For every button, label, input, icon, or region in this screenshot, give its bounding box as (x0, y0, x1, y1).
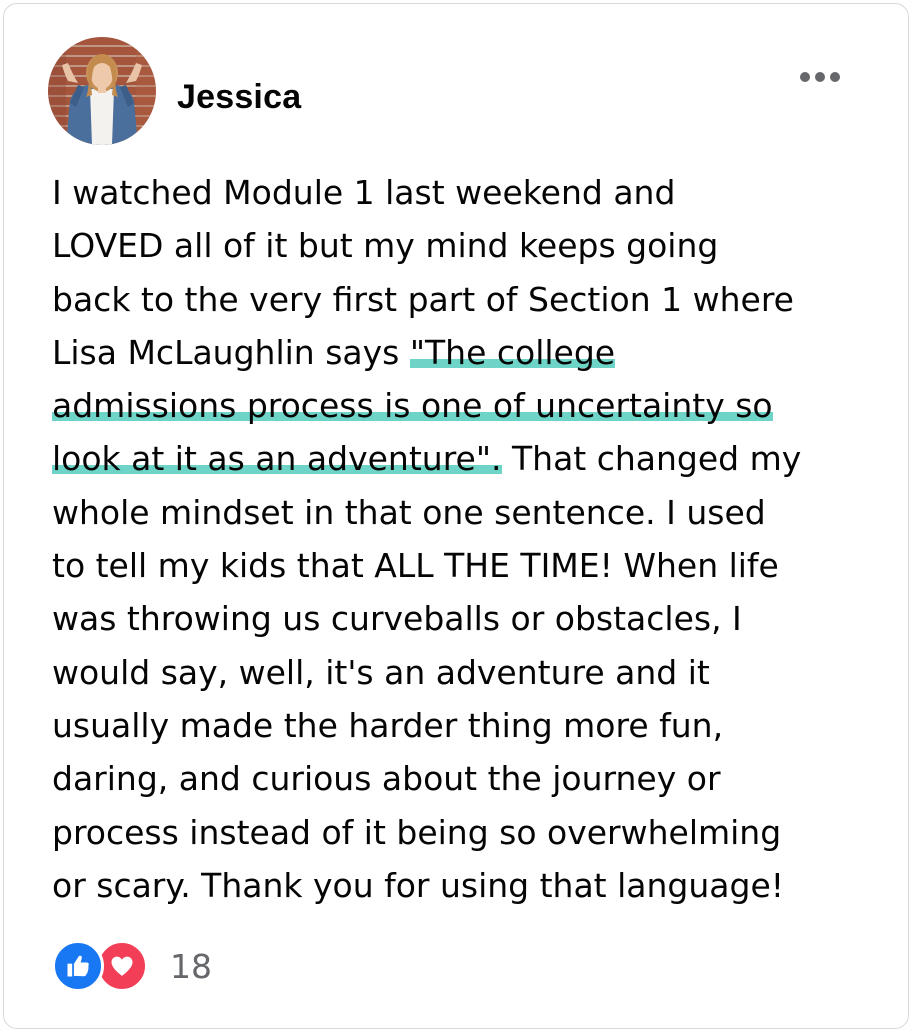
post-line: would say, well, it's an adventure and i… (52, 652, 710, 692)
reactions-summary[interactable]: 18 (52, 938, 212, 994)
post-line: was throwing us curveballs or obstacles,… (52, 599, 742, 639)
post-text: That changed my (501, 439, 802, 479)
post-line: LOVED all of it but my mind keeps going (52, 226, 719, 266)
author-name[interactable]: Jessica (177, 76, 301, 118)
more-horizontal-icon (815, 72, 825, 82)
more-horizontal-icon (830, 72, 840, 82)
author-avatar[interactable] (48, 37, 156, 145)
post-line: Lisa McLaughlin says "The college (52, 326, 892, 379)
post-line: whole mindset in that one sentence. I us… (52, 492, 766, 532)
more-horizontal-icon (800, 72, 810, 82)
post-line: or scary. Thank you for using that langu… (52, 865, 784, 905)
post-line: I watched Module 1 last weekend and (52, 173, 676, 212)
profile-photo-icon (48, 37, 156, 145)
more-options-button[interactable] (794, 62, 846, 92)
reaction-count[interactable]: 18 (170, 947, 212, 986)
post-line: daring, and curious about the journey or (52, 759, 721, 799)
post-card: Jessica I watched Module 1 last weekend … (3, 3, 909, 1029)
post-text: Lisa McLaughlin says (52, 332, 410, 372)
post-line: look at it as an adventure". That change… (52, 432, 892, 485)
highlighted-quote: look at it as an adventure". (52, 439, 502, 479)
like-icon (52, 940, 104, 992)
post-line: admissions process is one of uncertainty… (52, 379, 892, 432)
post-line: process instead of it being so overwhelm… (52, 812, 782, 852)
post-body: I watched Module 1 last weekend and LOVE… (52, 166, 892, 912)
post-line: usually made the harder thing more fun, (52, 705, 724, 745)
highlighted-quote: "The college (409, 332, 616, 372)
post-line: back to the very first part of Section 1… (52, 279, 794, 319)
post-line: to tell my kids that ALL THE TIME! When … (52, 546, 779, 586)
highlighted-quote: admissions process is one of uncertainty… (52, 386, 773, 426)
